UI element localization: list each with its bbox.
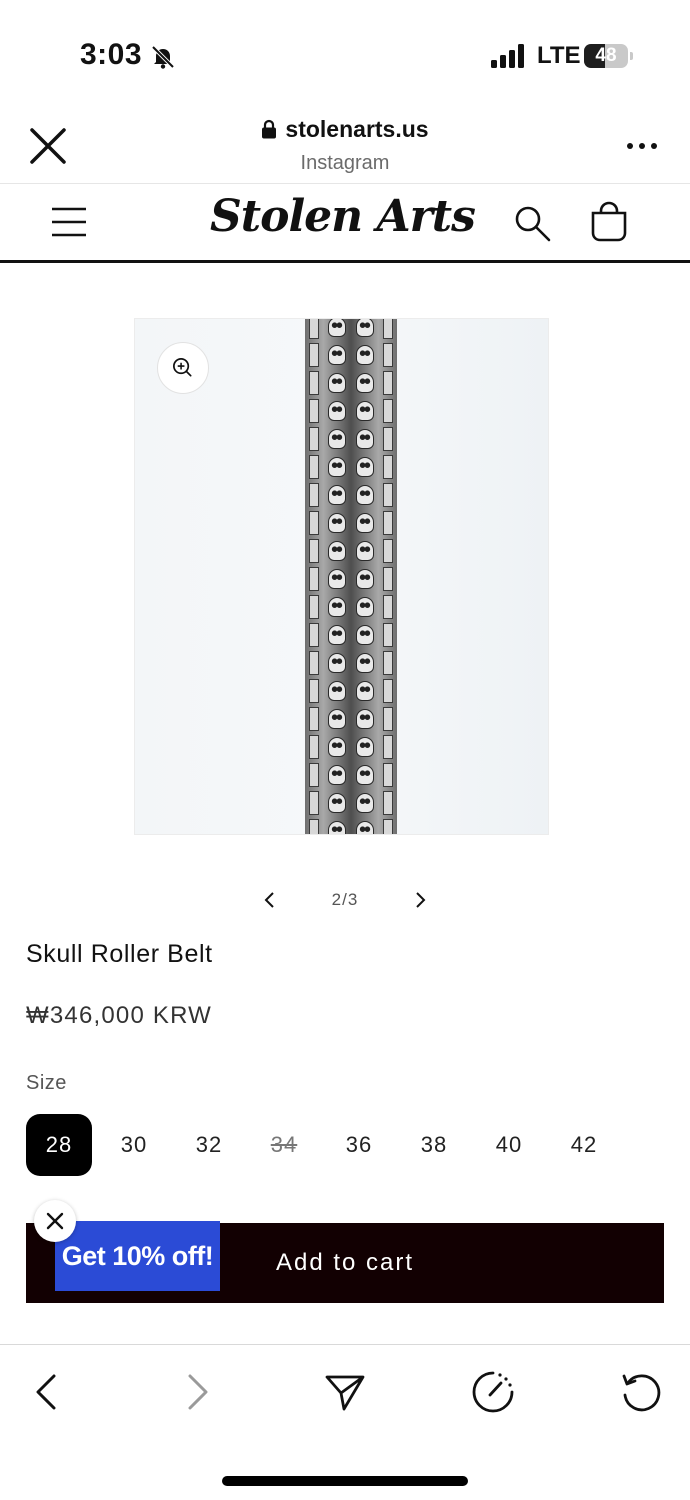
size-option-34[interactable]: 34	[251, 1114, 317, 1176]
size-option-42[interactable]: 42	[551, 1114, 617, 1176]
lock-icon	[262, 119, 277, 139]
muted-bell-icon	[151, 45, 175, 69]
back-icon[interactable]	[24, 1369, 70, 1415]
size-option-28[interactable]: 28	[26, 1114, 92, 1176]
signal-icon	[491, 44, 524, 68]
product-price: ₩346,000 KRW	[26, 1002, 213, 1029]
chevron-left-icon[interactable]	[258, 886, 282, 914]
share-icon[interactable]	[322, 1369, 368, 1415]
discount-popup-button[interactable]: Get 10% off!	[55, 1221, 220, 1291]
network-type: LTE	[537, 42, 581, 69]
more-icon[interactable]	[622, 136, 662, 156]
slider-counter: 2/3	[331, 890, 359, 909]
reload-icon[interactable]	[618, 1369, 664, 1415]
size-option-36[interactable]: 36	[326, 1114, 392, 1176]
close-icon[interactable]	[34, 1200, 76, 1242]
product-image[interactable]	[134, 318, 549, 835]
size-option-38[interactable]: 38	[401, 1114, 467, 1176]
status-bar: 3:03 LTE 48	[0, 0, 690, 110]
zoom-in-icon[interactable]	[157, 342, 209, 394]
search-icon[interactable]	[512, 203, 552, 243]
site-header: Stolen Arts	[0, 185, 690, 263]
browser-header: stolenarts.us Instagram	[0, 110, 690, 184]
hamburger-icon[interactable]	[50, 205, 88, 239]
url-bar[interactable]: stolenarts.us	[0, 116, 690, 143]
battery-level: 48	[595, 45, 617, 66]
status-time: 3:03	[80, 38, 143, 71]
size-label: Size	[26, 1072, 67, 1094]
site-logo[interactable]: Stolen Arts	[210, 191, 476, 242]
size-option-40[interactable]: 40	[476, 1114, 542, 1176]
size-option-32[interactable]: 32	[176, 1114, 242, 1176]
size-selector: 28 30 32 34 36 38 40 42	[26, 1114, 626, 1176]
home-indicator	[222, 1476, 468, 1486]
cart-icon[interactable]	[588, 201, 630, 243]
product-title: Skull Roller Belt	[26, 940, 213, 968]
size-option-30[interactable]: 30	[101, 1114, 167, 1176]
forward-icon[interactable]	[174, 1369, 220, 1415]
belt-photo	[305, 319, 397, 834]
battery-icon: 48	[584, 44, 634, 68]
speed-icon[interactable]	[470, 1369, 516, 1415]
url-domain: stolenarts.us	[285, 116, 429, 142]
chevron-right-icon[interactable]	[408, 886, 432, 914]
url-source: Instagram	[300, 152, 390, 174]
